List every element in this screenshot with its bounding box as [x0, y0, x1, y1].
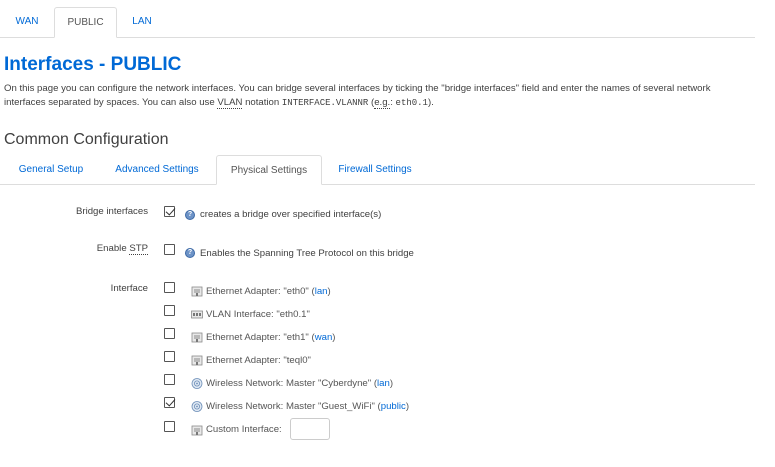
interface-text: Wireless Network: Master "Cyberdyne" (: [206, 378, 378, 389]
wifi-icon: [191, 378, 203, 389]
interface-text: Ethernet Adapter: "eth1" (: [206, 332, 315, 343]
help-icon: ?: [185, 248, 195, 258]
interface-item-eth0-1: VLAN Interface: "eth0.1": [206, 309, 310, 320]
enable-stp-label: Enable STP: [0, 243, 148, 255]
stp-abbr: STP: [129, 243, 148, 255]
interface-suffix: ): [327, 286, 331, 297]
network-link-wan[interactable]: wan: [315, 332, 333, 343]
interface-checkbox-guest-wifi[interactable]: [164, 397, 175, 408]
interface-checkbox-teql0[interactable]: [164, 351, 175, 362]
help-icon: ?: [185, 210, 195, 220]
wifi-icon: [191, 401, 203, 412]
custom-interface-input[interactable]: [290, 418, 330, 440]
interface-suffix: ): [389, 378, 394, 389]
enable-stp-checkbox[interactable]: [164, 244, 175, 255]
desc-text: ).: [427, 97, 434, 108]
interface-item-eth1: Ethernet Adapter: "eth1" (wan): [206, 332, 336, 343]
custom-interface-label: Custom Interface:: [206, 424, 282, 435]
ethernet-icon: [191, 355, 203, 366]
interface-text: Ethernet Adapter: "eth0" (: [206, 286, 315, 297]
tab-wan[interactable]: WAN: [5, 7, 49, 36]
interface-suffix: ): [332, 332, 336, 343]
ethernet-icon: [191, 286, 203, 297]
section-title: Common Configuration: [4, 131, 169, 148]
page-description: On this page you can configure the netwo…: [4, 82, 754, 110]
ethernet-icon: [191, 332, 203, 343]
tab-public[interactable]: PUBLIC: [54, 7, 117, 38]
interface-item-eth0: Ethernet Adapter: "eth0" (lan): [206, 286, 331, 297]
eg-abbr: e.g.: [374, 97, 391, 109]
code-interface-vlannr: INTERFACE.VLANNR: [281, 98, 369, 108]
interface-checkbox-eth1[interactable]: [164, 328, 175, 339]
bridge-interfaces-checkbox[interactable]: [164, 206, 175, 217]
bridge-interfaces-label: Bridge interfaces: [76, 206, 148, 217]
interface-checkbox-cyberdyne[interactable]: [164, 374, 175, 385]
interface-text: Ethernet Adapter: "teql0": [206, 355, 311, 366]
network-link-lan[interactable]: lan: [377, 378, 390, 389]
interface-checkbox-eth0[interactable]: [164, 282, 175, 293]
desc-text: notation: [242, 97, 282, 108]
interface-checkbox-eth0-1[interactable]: [164, 305, 175, 316]
network-link-lan[interactable]: lan: [315, 286, 328, 297]
stp-help-text: Enables the Spanning Tree Protocol on th…: [200, 248, 414, 259]
tab-lan[interactable]: LAN: [120, 7, 164, 36]
interface-item-teql0: Ethernet Adapter: "teql0": [206, 355, 311, 366]
ethernet-icon: [191, 425, 203, 436]
interface-text: VLAN Interface: "eth0.1": [206, 309, 310, 320]
top-tab-bar: WAN PUBLIC LAN: [0, 7, 755, 38]
interface-suffix: ): [405, 401, 410, 412]
stp-label-prefix: Enable: [96, 243, 130, 254]
interface-item-cyberdyne: Wireless Network: Master "Cyberdyne" (la…: [206, 378, 393, 389]
tab-physical-settings[interactable]: Physical Settings: [216, 155, 322, 185]
page-title: Interfaces - PUBLIC: [4, 54, 182, 75]
interface-text: Wireless Network: Master "Guest_WiFi" (: [206, 401, 381, 412]
interface-checkbox-custom[interactable]: [164, 421, 175, 432]
vlan-abbr: VLAN: [217, 97, 243, 109]
interface-label: Interface: [110, 283, 148, 294]
tab-firewall-settings[interactable]: Firewall Settings: [325, 155, 425, 184]
tab-advanced-settings[interactable]: Advanced Settings: [103, 155, 211, 184]
code-eth0-1: eth0.1: [395, 98, 428, 108]
interface-item-guest-wifi: Wireless Network: Master "Guest_WiFi" (p…: [206, 401, 409, 412]
bridge-help-text: creates a bridge over specified interfac…: [200, 209, 382, 220]
tab-general-setup[interactable]: General Setup: [5, 155, 97, 184]
network-link-public[interactable]: public: [381, 401, 406, 412]
vlan-icon: [191, 310, 203, 319]
sub-tab-bar: General Setup Advanced Settings Physical…: [0, 155, 755, 185]
